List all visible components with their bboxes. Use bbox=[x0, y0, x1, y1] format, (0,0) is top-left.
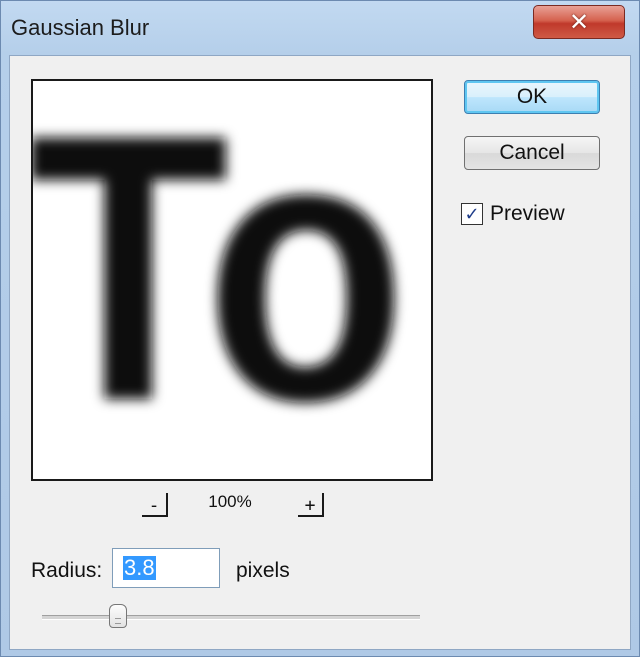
gaussian-blur-dialog: Gaussian Blur ✕ To - 100% + OK Cancel ✓ … bbox=[0, 0, 640, 657]
zoom-level: 100% bbox=[208, 492, 252, 511]
radius-input[interactable]: 3.8 bbox=[112, 548, 220, 588]
cancel-button[interactable]: Cancel bbox=[464, 136, 600, 170]
preview-text: To bbox=[33, 81, 407, 479]
plus-icon: + bbox=[304, 495, 316, 516]
dialog-title: Gaussian Blur bbox=[11, 15, 150, 40]
close-button[interactable]: ✕ bbox=[533, 5, 625, 39]
preview-label: Preview bbox=[490, 202, 565, 225]
radius-label: Radius: bbox=[31, 559, 103, 582]
radius-slider-track[interactable] bbox=[42, 615, 420, 620]
preview-option[interactable]: ✓ Preview bbox=[461, 202, 565, 226]
minus-icon: - bbox=[148, 495, 160, 516]
preview-checkbox[interactable]: ✓ bbox=[461, 203, 483, 225]
close-x-icon: ✕ bbox=[568, 8, 590, 36]
ok-button[interactable]: OK bbox=[464, 80, 600, 114]
radius-value: 3.8 bbox=[123, 555, 156, 580]
zoom-out-button[interactable]: - bbox=[142, 493, 168, 517]
preview-image: To bbox=[33, 81, 407, 479]
radius-slider-thumb[interactable] bbox=[108, 604, 127, 628]
dialog-body: To - 100% + OK Cancel ✓ Preview Radius: … bbox=[9, 55, 631, 650]
zoom-in-button[interactable]: + bbox=[298, 493, 324, 517]
preview-pane[interactable]: To bbox=[31, 79, 433, 481]
title-bar[interactable]: Gaussian Blur ✕ bbox=[1, 1, 639, 55]
radius-units: pixels bbox=[236, 559, 290, 582]
checkmark-icon: ✓ bbox=[464, 203, 480, 225]
